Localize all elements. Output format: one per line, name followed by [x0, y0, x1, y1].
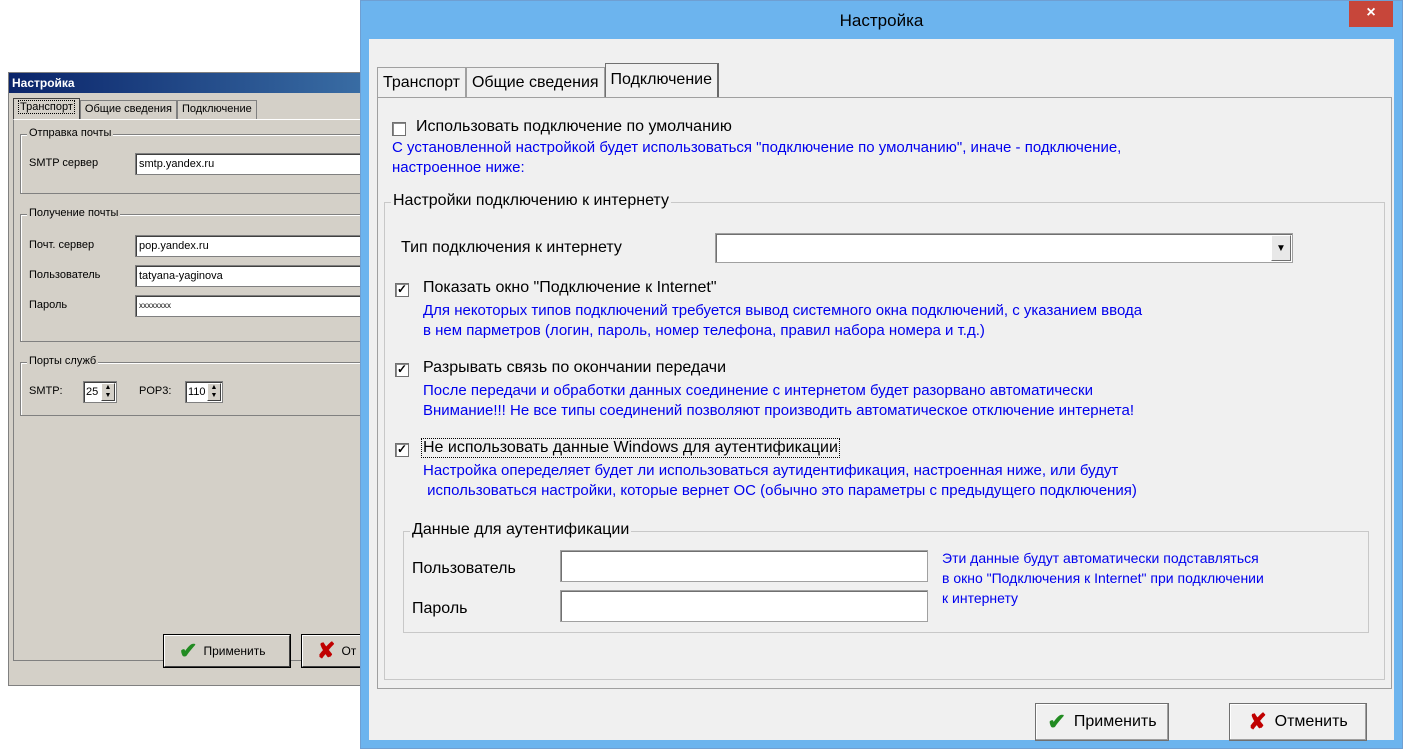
- checkmark-icon: ✓: [396, 362, 408, 376]
- no-windows-auth-checkbox[interactable]: ✓: [395, 443, 409, 457]
- auth-password-label: Пароль: [412, 600, 468, 617]
- dropdown-arrow-icon[interactable]: ▼: [1271, 235, 1291, 261]
- mail-password-input[interactable]: xxxxxxxx: [135, 295, 369, 317]
- dialog-client-area: Транспорт Общие сведения Подключение Исп…: [369, 39, 1394, 741]
- service-ports-group: Порты служб SMTP: 25 ▲ ▼ POP3: 110 ▲ ▼: [20, 355, 369, 416]
- smtp-port-spinner[interactable]: 25 ▲ ▼: [83, 381, 117, 403]
- tab-general[interactable]: Общие сведения: [465, 67, 605, 97]
- dialog-title: Настройка: [839, 11, 924, 30]
- send-mail-legend: Отправка почты: [27, 127, 114, 139]
- internet-settings-legend: Настройки подключению к интернету: [391, 192, 671, 210]
- spin-arrows-icon[interactable]: ▲ ▼: [207, 383, 221, 401]
- disconnect-hint-line1: После передачи и обработки данных соедин…: [423, 382, 1093, 399]
- auth-data-group: Данные для аутентификации Пользователь П…: [403, 521, 1369, 633]
- back-tab-general[interactable]: Общие сведения: [79, 100, 177, 119]
- back-window-title: Настройка: [9, 73, 369, 93]
- auth-note-line2: в окно "Подключения к Internet" при подк…: [942, 570, 1264, 586]
- pop3-port-value: 110: [188, 386, 206, 398]
- show-internet-window-hint-line2: в нем парметров (логин, пароль, номер те…: [423, 322, 985, 339]
- mail-server-label: Почт. сервер: [29, 239, 95, 251]
- auth-note-line3: к интернету: [942, 590, 1019, 606]
- show-internet-window-hint-line1: Для некоторых типов подключений требуетс…: [423, 302, 1143, 319]
- back-tab-panel: Отправка почты SMTP сервер smtp.yandex.r…: [13, 119, 369, 661]
- back-window-tabs: Транспорт Общие сведения Подключение: [13, 98, 257, 119]
- cross-icon: ✘: [1248, 709, 1267, 734]
- auth-user-label: Пользователь: [412, 560, 516, 577]
- dialog-tabs: Транспорт Общие сведения Подключение: [377, 63, 719, 97]
- tab-connection[interactable]: Подключение: [604, 63, 719, 97]
- close-icon: ×: [1366, 4, 1376, 21]
- show-internet-window-label: Показать окно "Подключение к Internet": [423, 279, 717, 296]
- connection-tab-panel: Использовать подключение по умолчанию С …: [377, 97, 1392, 689]
- back-cancel-label: От: [341, 644, 357, 658]
- cancel-label: Отменить: [1274, 713, 1348, 730]
- apply-label: Применить: [1073, 713, 1157, 730]
- no-windows-auth-hint-line1: Настройка опеределяет будет ли использов…: [423, 462, 1119, 479]
- disconnect-after-transfer-checkbox[interactable]: ✓: [395, 363, 409, 377]
- mail-server-input[interactable]: pop.yandex.ru: [135, 235, 369, 257]
- smtp-server-input[interactable]: smtp.yandex.ru: [135, 153, 369, 175]
- default-connection-hint-line1: С установленной настройкой будет использ…: [392, 139, 1122, 156]
- mail-user-input[interactable]: tatyana-yaginova: [135, 265, 369, 287]
- tab-transport[interactable]: Транспорт: [377, 67, 466, 97]
- default-connection-checkbox[interactable]: [392, 122, 406, 136]
- no-windows-auth-label: Не использовать данные Windows для аутен…: [421, 438, 840, 458]
- close-button[interactable]: ×: [1349, 1, 1393, 27]
- cancel-button[interactable]: ✘ Отменить: [1229, 703, 1367, 741]
- receive-mail-group: Получение почты Почт. сервер pop.yandex.…: [20, 207, 369, 342]
- checkmark-icon: ✔: [1047, 709, 1066, 734]
- smtp-server-label: SMTP сервер: [29, 157, 99, 169]
- smtp-port-label: SMTP:: [29, 385, 63, 397]
- disconnect-after-transfer-label: Разрывать связь по окончании передачи: [423, 359, 727, 376]
- show-internet-window-checkbox[interactable]: ✓: [395, 283, 409, 297]
- mail-user-label: Пользователь: [29, 269, 101, 281]
- spin-arrows-icon[interactable]: ▲ ▼: [101, 383, 115, 401]
- smtp-port-value: 25: [86, 386, 99, 398]
- settings-dialog: Настройка × Транспорт Общие сведения Под…: [360, 0, 1403, 749]
- no-windows-auth-hint-line2: использоваться настройки, которые вернет…: [423, 482, 1137, 499]
- background-settings-window: Настройка Транспорт Общие сведения Подкл…: [8, 72, 370, 686]
- checkmark-icon: ✔: [179, 638, 198, 663]
- send-mail-group: Отправка почты SMTP сервер smtp.yandex.r…: [20, 127, 369, 194]
- cross-icon: ✘: [317, 638, 336, 663]
- pop3-port-label: POP3:: [139, 385, 172, 397]
- back-tab-connection[interactable]: Подключение: [176, 100, 257, 119]
- disconnect-hint-line2: Внимание!!! Не все типы соединений позво…: [423, 402, 1134, 419]
- receive-mail-legend: Получение почты: [27, 207, 121, 219]
- checkmark-icon: ✓: [396, 282, 408, 296]
- default-connection-hint-line2: настроенное ниже:: [392, 159, 525, 176]
- back-apply-label: Применить: [203, 644, 266, 658]
- auth-data-legend: Данные для аутентификации: [410, 521, 632, 539]
- connection-type-label: Тип подключения к интернету: [401, 239, 622, 256]
- connection-type-dropdown[interactable]: ▼: [715, 233, 1293, 263]
- pop3-port-spinner[interactable]: 110 ▲ ▼: [185, 381, 223, 403]
- auth-user-input[interactable]: [560, 550, 928, 582]
- service-ports-legend: Порты служб: [27, 355, 99, 367]
- default-connection-label: Использовать подключение по умолчанию: [416, 118, 732, 135]
- auth-password-input[interactable]: [560, 590, 928, 622]
- mail-password-label: Пароль: [29, 299, 68, 311]
- back-apply-button[interactable]: ✔ Применить: [163, 634, 291, 668]
- checkmark-icon: ✓: [396, 442, 408, 456]
- auth-note-line1: Эти данные будут автоматически подставля…: [942, 550, 1259, 566]
- back-tab-transport[interactable]: Транспорт: [13, 98, 80, 119]
- internet-settings-group: Настройки подключению к интернету Тип по…: [384, 192, 1385, 680]
- apply-button[interactable]: ✔ Применить: [1035, 703, 1169, 741]
